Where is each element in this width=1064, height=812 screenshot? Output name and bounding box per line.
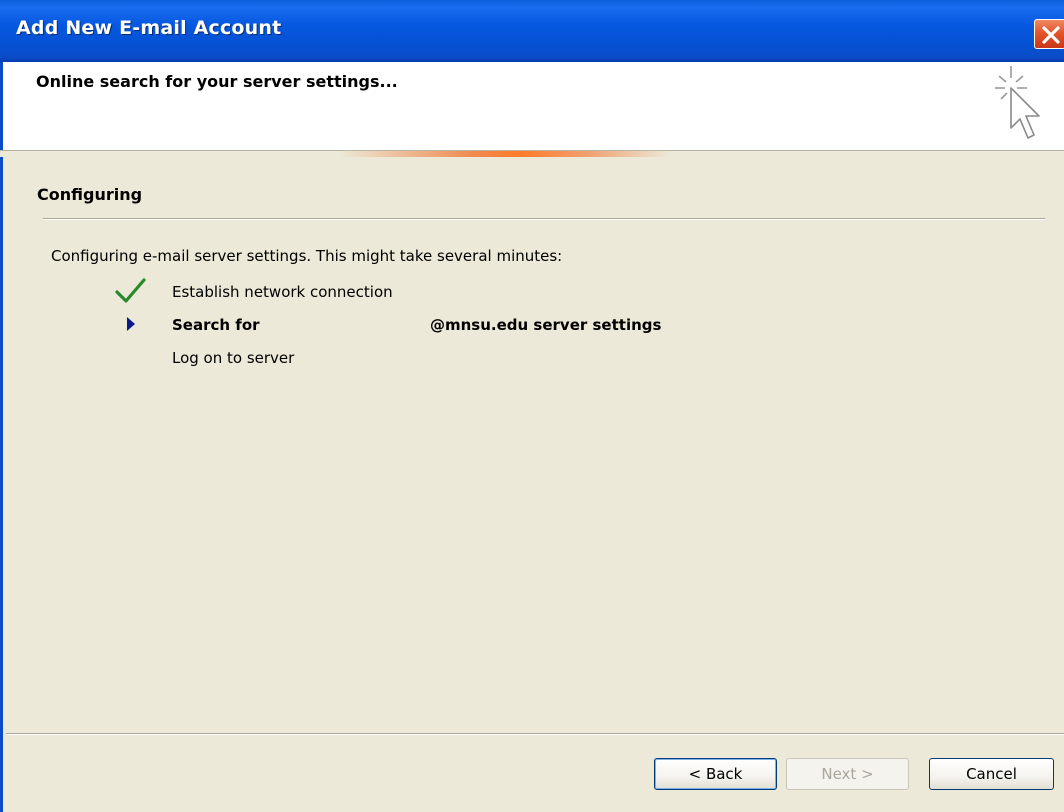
wizard-body: Configuring Configuring e-mail server se… [0, 157, 1064, 812]
intro-text: Configuring e-mail server settings. This… [51, 247, 563, 265]
header-separator [0, 150, 1064, 157]
arrow-right-icon [127, 317, 135, 331]
cancel-button[interactable]: Cancel [929, 758, 1054, 790]
wizard-cursor-icon [995, 66, 1040, 139]
section-title: Configuring [37, 185, 143, 204]
step-label-domain: @mnsu.edu server settings [430, 316, 662, 334]
next-button[interactable]: Next > [786, 758, 909, 790]
close-icon [1042, 26, 1060, 44]
footer-divider [6, 733, 1064, 735]
title-bar[interactable]: Add New E-mail Account [0, 0, 1064, 62]
checkmark-icon [115, 278, 146, 303]
back-button[interactable]: < Back [654, 758, 777, 790]
window-title: Add New E-mail Account [16, 17, 282, 39]
header-title: Online search for your server settings..… [36, 72, 398, 91]
step-log-on: Log on to server [3, 345, 1003, 375]
step-establish-connection: Establish network connection [3, 277, 1003, 307]
step-search-settings: Search for @mnsu.edu server settings [3, 312, 1003, 342]
section-divider [43, 218, 1045, 220]
close-button[interactable] [1034, 19, 1064, 49]
step-label: Log on to server [172, 349, 295, 367]
step-label: Establish network connection [172, 283, 393, 301]
wizard-header: Online search for your server settings..… [0, 62, 1064, 150]
step-label: Search for [172, 316, 260, 334]
